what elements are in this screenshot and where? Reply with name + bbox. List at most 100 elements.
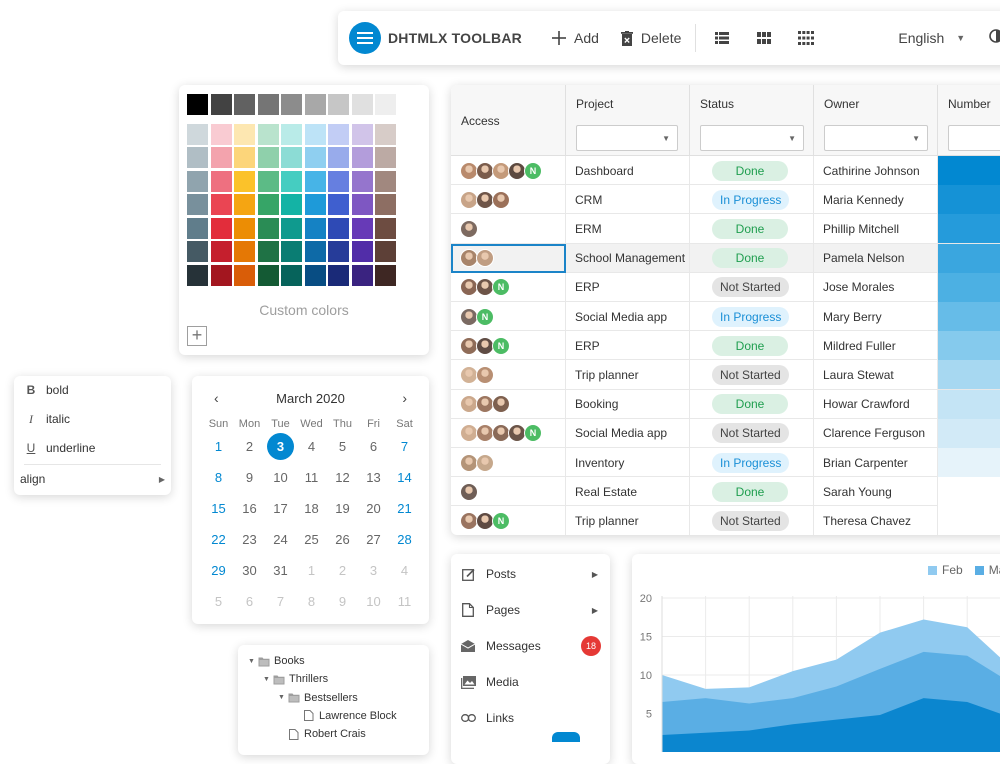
menu-item-align[interactable]: align ▶ <box>20 472 165 486</box>
table-row[interactable]: CRM In Progress Maria Kennedy <box>451 185 1000 215</box>
color-swatch[interactable] <box>328 194 349 215</box>
color-swatch[interactable] <box>187 123 208 145</box>
grid-view-icon[interactable] <box>754 28 774 48</box>
calendar-day[interactable]: 22 <box>203 524 234 555</box>
color-swatch[interactable] <box>304 170 326 192</box>
sidebar-item-posts[interactable]: Posts ▶ <box>451 556 610 592</box>
project-cell[interactable]: Social Media app <box>566 418 690 448</box>
chevron-down-icon[interactable]: ▼ <box>263 676 273 683</box>
number-cell[interactable] <box>938 272 1000 302</box>
color-swatch[interactable] <box>187 147 208 168</box>
project-cell[interactable]: Trip planner <box>566 506 690 535</box>
color-swatch[interactable] <box>328 123 349 145</box>
color-swatch[interactable] <box>187 94 208 115</box>
owner-cell[interactable]: Maria Kennedy <box>814 185 938 215</box>
color-swatch[interactable] <box>281 194 302 215</box>
access-cell[interactable]: N <box>451 418 566 448</box>
color-swatch[interactable] <box>304 217 326 239</box>
color-swatch[interactable] <box>328 241 349 262</box>
number-cell[interactable] <box>938 302 1000 331</box>
sidebar-item-media[interactable]: Media <box>451 664 610 700</box>
project-cell[interactable]: ERM <box>566 214 690 244</box>
column-header-project[interactable]: Project ▼ <box>566 85 690 156</box>
color-swatch[interactable] <box>351 170 373 192</box>
project-filter-select[interactable]: ▼ <box>576 125 678 151</box>
table-row[interactable]: Inventory In Progress Brian Carpenter <box>451 448 1000 478</box>
calendar-day[interactable]: 9 <box>234 462 265 493</box>
color-swatch[interactable] <box>187 217 208 239</box>
table-row[interactable]: N Social Media app In Progress Mary Berry <box>451 302 1000 332</box>
calendar-day[interactable]: 10 <box>265 462 296 493</box>
sidebar-item-pages[interactable]: Pages ▶ <box>451 592 610 628</box>
color-swatch[interactable] <box>234 170 255 192</box>
color-swatch[interactable] <box>257 147 279 168</box>
project-cell[interactable]: Trip planner <box>566 360 690 390</box>
project-cell[interactable]: ERP <box>566 272 690 302</box>
color-swatch[interactable] <box>351 217 373 239</box>
status-filter-select[interactable]: ▼ <box>700 125 804 151</box>
calendar-day[interactable]: 24 <box>265 524 296 555</box>
calendar-day[interactable]: 9 <box>327 586 358 617</box>
status-cell[interactable]: Not Started <box>690 506 814 535</box>
access-cell[interactable]: N <box>451 156 566 185</box>
access-cell[interactable] <box>451 477 566 507</box>
color-swatch[interactable] <box>210 217 232 239</box>
prev-month-button[interactable]: ‹ <box>214 390 219 406</box>
column-header-owner[interactable]: Owner ▼ <box>814 85 938 156</box>
number-cell[interactable] <box>938 185 1000 215</box>
color-swatch[interactable] <box>187 264 208 286</box>
table-row[interactable]: Real Estate Done Sarah Young <box>451 477 1000 507</box>
color-swatch[interactable] <box>257 264 279 286</box>
color-swatch[interactable] <box>328 217 349 239</box>
calendar-day[interactable]: 25 <box>296 524 327 555</box>
owner-cell[interactable]: Laura Stewat <box>814 360 938 390</box>
access-cell[interactable]: N <box>451 506 566 535</box>
color-swatch[interactable] <box>234 94 255 115</box>
menu-item-italic[interactable]: I italic <box>14 405 171 433</box>
calendar-day[interactable]: 1 <box>203 431 234 462</box>
delete-button[interactable]: Delete <box>620 30 681 46</box>
access-cell[interactable] <box>451 389 566 419</box>
status-cell[interactable]: Done <box>690 243 814 273</box>
calendar-day[interactable]: 26 <box>327 524 358 555</box>
color-swatch[interactable] <box>375 241 396 262</box>
color-swatch[interactable] <box>234 194 255 215</box>
calendar-day[interactable]: 13 <box>358 462 389 493</box>
color-swatch[interactable] <box>234 123 255 145</box>
project-cell[interactable]: ERP <box>566 331 690 361</box>
calendar-day[interactable]: 3 <box>358 555 389 586</box>
status-cell[interactable]: Done <box>690 214 814 244</box>
status-cell[interactable]: Done <box>690 389 814 419</box>
calendar-day[interactable]: 4 <box>389 555 420 586</box>
number-cell[interactable] <box>938 389 1000 419</box>
color-swatch[interactable] <box>210 241 232 262</box>
table-row[interactable]: ERM Done Phillip Mitchell <box>451 214 1000 244</box>
calendar-day[interactable]: 7 <box>389 431 420 462</box>
tree-item[interactable]: ▼ Thrillers <box>263 673 328 685</box>
table-row[interactable]: N ERP Done Mildred Fuller <box>451 331 1000 361</box>
owner-cell[interactable]: Pamela Nelson <box>814 243 938 273</box>
chevron-down-icon[interactable]: ▼ <box>248 658 258 665</box>
owner-cell[interactable]: Jose Morales <box>814 272 938 302</box>
owner-cell[interactable]: Theresa Chavez <box>814 506 938 535</box>
contrast-icon[interactable] <box>989 28 1000 48</box>
color-swatch[interactable] <box>210 194 232 215</box>
calendar-day[interactable]: 11 <box>296 462 327 493</box>
color-swatch[interactable] <box>187 170 208 192</box>
calendar-day[interactable]: 1 <box>296 555 327 586</box>
access-cell[interactable] <box>451 185 566 215</box>
menu-item-bold[interactable]: B bold <box>14 376 171 404</box>
calendar-day[interactable]: 4 <box>296 431 327 462</box>
number-cell[interactable] <box>938 214 1000 244</box>
number-cell[interactable] <box>938 418 1000 448</box>
project-cell[interactable]: Dashboard <box>566 156 690 185</box>
calendar-day[interactable]: 20 <box>358 493 389 524</box>
number-cell[interactable] <box>938 506 1000 535</box>
sidebar-item-links[interactable]: Links <box>451 700 610 742</box>
calendar-day[interactable]: 11 <box>389 586 420 617</box>
tile-view-icon[interactable] <box>796 28 816 48</box>
calendar-day[interactable]: 27 <box>358 524 389 555</box>
number-cell[interactable] <box>938 156 1000 185</box>
calendar-day[interactable]: 18 <box>296 493 327 524</box>
owner-filter-select[interactable]: ▼ <box>824 125 928 151</box>
